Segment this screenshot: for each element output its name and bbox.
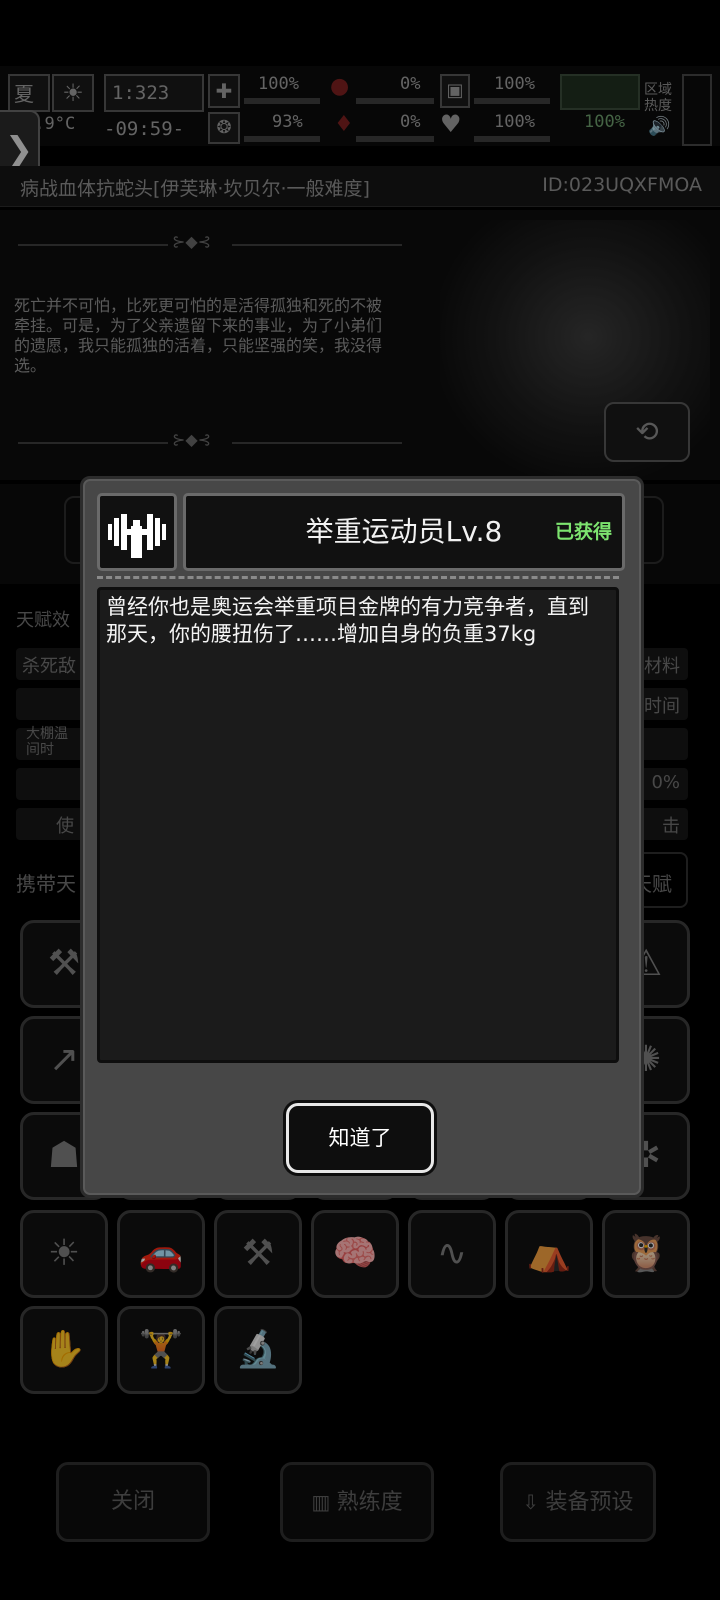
- obtained-badge: 已获得: [554, 521, 612, 543]
- talent-icon-box: [97, 493, 177, 571]
- talent-description-box: 曾经你也是奥运会举重项目金牌的有力竞争者，直到那天，你的腰扭伤了……增加自身的负…: [97, 587, 619, 1063]
- talent-description: 曾经你也是奥运会举重项目金牌的有力竞争者，直到那天，你的腰扭伤了……增加自身的负…: [106, 595, 589, 646]
- got-it-button[interactable]: 知道了: [286, 1103, 434, 1173]
- talent-title-box: 举重运动员Lv.8 已获得: [183, 493, 625, 571]
- talent-detail-dialog: 举重运动员Lv.8 已获得 曾经你也是奥运会举重项目金牌的有力竞争者，直到那天，…: [80, 476, 644, 1198]
- got-it-label: 知道了: [328, 1126, 392, 1150]
- dumbbell-icon: [108, 514, 166, 558]
- dashed-divider: [97, 576, 619, 579]
